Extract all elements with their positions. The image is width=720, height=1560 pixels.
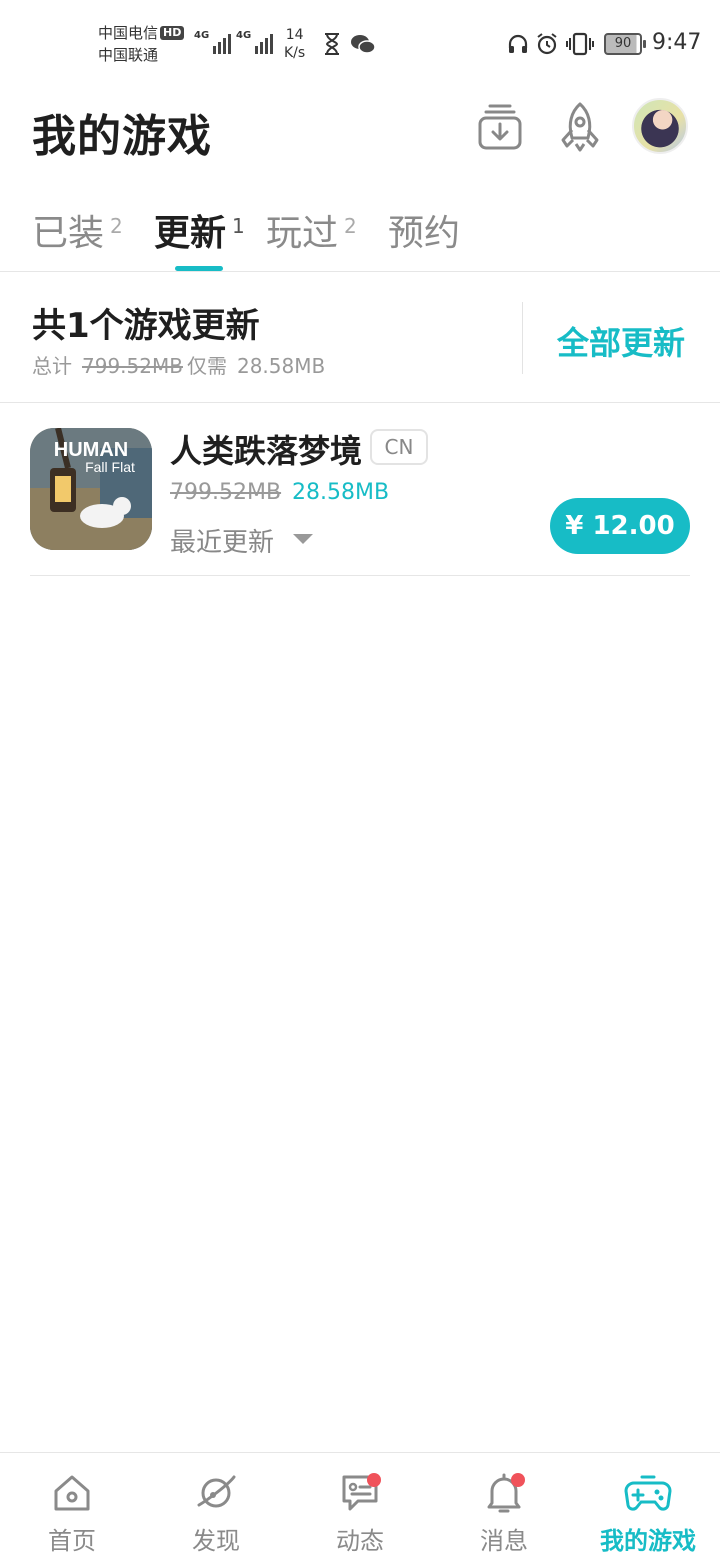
tab-updates[interactable]: 更新 1	[154, 204, 245, 256]
game-icon-title: HUMAN	[54, 439, 128, 461]
notification-badge	[367, 1473, 381, 1487]
tab-count: 2	[110, 214, 123, 238]
region-tag: CN	[370, 429, 428, 465]
nav-label: 我的游戏	[600, 1527, 696, 1555]
tab-bar: 已装 2 更新 1 玩过 2 预约	[0, 200, 720, 272]
wechat-icon	[351, 35, 376, 54]
vibrate-icon	[566, 32, 594, 56]
network-speed: 14 K/s	[284, 27, 306, 61]
need-size: 28.58MB	[236, 354, 326, 378]
tab-played[interactable]: 玩过 2	[266, 204, 357, 256]
planet-icon	[197, 1475, 236, 1508]
signal-1-icon: 4G	[194, 30, 232, 54]
nav-label: 发现	[192, 1527, 240, 1555]
gamepad-icon	[624, 1475, 672, 1511]
avatar[interactable]	[632, 98, 688, 154]
battery-indicator: 90	[604, 33, 646, 55]
nav-my-games[interactable]: 我的游戏	[576, 1453, 720, 1560]
home-icon	[54, 1475, 90, 1511]
headphones-icon	[508, 34, 528, 53]
carrier-info: 中国电信 HD 中国联通	[98, 22, 185, 66]
bottom-nav: 首页 发现 动态 消息 我的游戏	[0, 1452, 720, 1560]
tab-reserved[interactable]: 预约	[388, 204, 460, 256]
tab-count: 1	[232, 214, 245, 238]
hourglass-icon	[325, 33, 339, 55]
status-bar: 中国电信 HD 中国联通 4G 4G 14 K/s 90 9:47	[0, 0, 720, 88]
notification-badge	[511, 1473, 525, 1487]
game-list-item[interactable]: HUMAN Fall Flat 人类跌落梦境 CN 799.52MB 28.58…	[30, 404, 690, 576]
divider	[522, 302, 523, 374]
nav-messages[interactable]: 消息	[432, 1453, 576, 1560]
nav-discover[interactable]: 发现	[144, 1453, 288, 1560]
game-icon-subtitle: Fall Flat	[85, 459, 135, 475]
recent-update-toggle[interactable]: 最近更新	[170, 522, 274, 559]
nav-feed[interactable]: 动态	[288, 1453, 432, 1560]
update-all-button[interactable]: 全部更新	[557, 318, 685, 364]
buy-price-button[interactable]: ¥ 12.00	[550, 498, 690, 554]
carrier-1: 中国电信	[98, 24, 159, 42]
tab-installed[interactable]: 已装 2	[32, 204, 123, 256]
hd-badge: HD	[160, 26, 185, 40]
game-icon[interactable]: HUMAN Fall Flat	[30, 428, 152, 550]
tab-count: 2	[344, 214, 357, 238]
status-time: 9:47	[652, 30, 702, 55]
game-size-new: 28.58MB	[292, 480, 390, 505]
nav-home[interactable]: 首页	[0, 1453, 144, 1560]
rocket-icon[interactable]	[552, 100, 608, 156]
game-name: 人类跌落梦境	[170, 432, 363, 470]
alarm-icon	[537, 33, 557, 55]
total-size: 799.52MB	[82, 354, 183, 378]
nav-label: 消息	[480, 1527, 528, 1555]
active-tab-indicator	[175, 266, 223, 271]
game-size-old: 799.52MB	[170, 480, 282, 505]
nav-label: 首页	[48, 1527, 96, 1555]
update-count-title: 共1个游戏更新	[32, 306, 260, 346]
update-size-info: 总计 799.52MB 仅需 28.58MB	[32, 354, 326, 378]
nav-label: 动态	[336, 1527, 384, 1555]
download-tray-icon[interactable]	[472, 100, 528, 156]
update-summary: 共1个游戏更新 总计 799.52MB 仅需 28.58MB 全部更新	[0, 272, 720, 403]
caret-down-icon[interactable]	[293, 534, 313, 544]
carrier-2: 中国联通	[98, 46, 159, 64]
signal-2-icon: 4G	[236, 30, 274, 54]
page-title: 我的游戏	[32, 111, 212, 162]
